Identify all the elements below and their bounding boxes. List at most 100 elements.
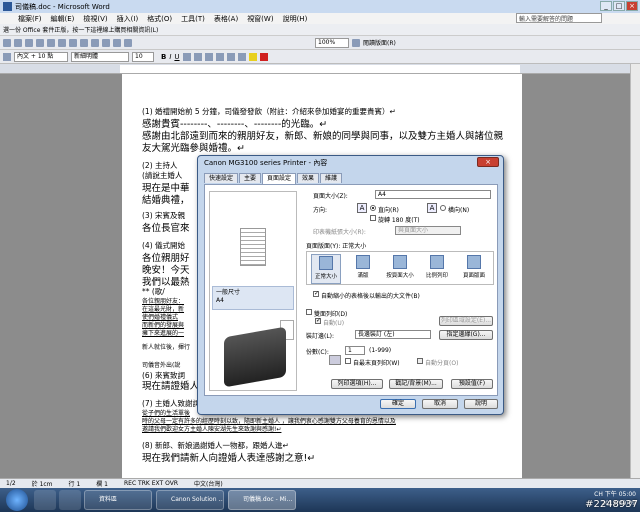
tab-maintenance[interactable]: 維護 <box>320 173 343 183</box>
taskbar-item[interactable]: 資料區 <box>84 490 152 510</box>
new-icon[interactable] <box>3 38 11 47</box>
defaults-button[interactable]: 預設值(F) <box>451 379 493 389</box>
page-size-select[interactable]: A4 <box>375 190 491 199</box>
menu-help[interactable]: 說明(H) <box>283 14 308 24</box>
tab-effects[interactable]: 效果 <box>297 173 320 183</box>
taskbar-item[interactable]: Canon Solution ... <box>156 490 224 510</box>
menu-format[interactable]: 格式(O) <box>147 14 172 24</box>
font-select[interactable]: 新細明體 <box>71 51 129 62</box>
tab-quick-setup[interactable]: 快速設定 <box>204 173 239 183</box>
info-bar[interactable]: 選一份 Office 套件正版，按一下這裡線上購買相關資訊(L) <box>0 24 640 36</box>
explorer-icon[interactable] <box>59 490 81 510</box>
bullets-icon[interactable] <box>237 52 246 61</box>
printer-paper-select[interactable]: 與頁面大小 <box>395 226 461 235</box>
ime-indicator[interactable]: CH <box>594 491 603 498</box>
menu-edit[interactable]: 編輯(E) <box>51 14 75 24</box>
ok-button[interactable]: 確定 <box>380 399 416 409</box>
underline-icon[interactable]: U <box>174 53 179 61</box>
menu-bar: 檔案(F) 編輯(E) 檢視(V) 插入(I) 格式(O) 工具(T) 表格(A… <box>0 13 640 24</box>
rotate-180-checkbox[interactable] <box>370 215 376 221</box>
preview-icon[interactable] <box>47 38 55 47</box>
undo-icon[interactable] <box>102 38 110 47</box>
status-position: 於 1cm <box>31 481 53 488</box>
taskbar-item[interactable]: 司儀稿.doc - Mi... <box>228 490 296 510</box>
help-search-input[interactable]: 輸入需要解答的問題 <box>516 13 602 23</box>
save-icon[interactable] <box>25 38 33 47</box>
reading-layout-button[interactable]: 閱讀版面(R) <box>363 38 396 47</box>
fit-checkbox[interactable]: ✓ <box>313 291 319 297</box>
doc-line: 新人就位後，揮行 <box>142 344 191 351</box>
help-button[interactable]: 說明 <box>464 399 498 409</box>
open-icon[interactable] <box>14 38 22 47</box>
print-options-button[interactable]: 列印選項(H)... <box>331 379 383 389</box>
layout-fit-page[interactable]: 按頁面大小 <box>385 254 415 284</box>
layout-borderless[interactable]: 滿版 <box>348 254 378 284</box>
title-bar: 司儀稿.doc - Microsoft Word _ □ × <box>0 0 640 13</box>
dialog-close-button[interactable]: × <box>477 157 499 167</box>
menu-window[interactable]: 視窗(W) <box>247 14 273 24</box>
layout-page-layout[interactable]: 頁面版面 <box>459 254 489 284</box>
cut-icon[interactable] <box>69 38 77 47</box>
align-left-icon[interactable] <box>182 52 191 61</box>
layout-normal[interactable]: 正常大小 <box>311 254 341 284</box>
layout-scaled[interactable]: 比例列印 <box>422 254 452 284</box>
styles-icon[interactable] <box>3 52 11 61</box>
layout-label: 頁面版面(Y): 正常大小 <box>306 243 367 250</box>
font-size-select[interactable]: 10 <box>132 51 154 62</box>
chrome-icon[interactable] <box>34 490 56 510</box>
close-button[interactable]: × <box>626 1 638 11</box>
page-preview <box>240 228 266 266</box>
printer-properties-dialog: Canon MG3100 series Printer - 內容 × 快速設定 … <box>197 155 504 415</box>
justify-icon[interactable] <box>215 52 224 61</box>
numbering-icon[interactable] <box>226 52 235 61</box>
redo-icon[interactable] <box>113 38 121 47</box>
print-area-button[interactable]: 列印區域設定(E)... <box>439 316 493 326</box>
bold-icon[interactable]: B <box>161 53 166 61</box>
zoom-select[interactable]: 100% <box>315 37 349 48</box>
menu-insert[interactable]: 插入(I) <box>117 14 139 24</box>
auto-duplex-checkbox[interactable]: ✓ <box>315 318 321 324</box>
table-icon[interactable] <box>124 38 132 47</box>
status-modes: REC TRK EXT OVR <box>124 480 178 487</box>
help-icon[interactable] <box>352 38 360 47</box>
clock-time[interactable]: 下午 05:00 <box>605 491 636 498</box>
stamp-background-button[interactable]: 戳記/背景(M)... <box>389 379 443 389</box>
last-first-checkbox[interactable] <box>345 358 351 364</box>
menu-file[interactable]: 檔案(F) <box>18 14 42 24</box>
printer-image <box>224 326 286 388</box>
horizontal-ruler[interactable] <box>0 64 640 74</box>
portrait-radio[interactable] <box>370 205 376 211</box>
staple-select[interactable]: 長邊裝訂 (左) <box>355 330 431 339</box>
duplex-checkbox[interactable] <box>306 309 312 315</box>
vertical-scrollbar[interactable] <box>630 64 640 478</box>
highlight-icon[interactable] <box>248 52 257 61</box>
italic-icon[interactable]: I <box>169 53 171 61</box>
print-icon[interactable] <box>36 38 44 47</box>
landscape-radio[interactable] <box>440 205 446 211</box>
menu-tools[interactable]: 工具(T) <box>181 14 205 24</box>
spellcheck-icon[interactable] <box>58 38 66 47</box>
collate-checkbox[interactable] <box>417 358 423 364</box>
dialog-tabs: 快速設定 主要 頁面設定 效果 維護 <box>204 173 343 184</box>
copy-icon[interactable] <box>80 38 88 47</box>
font-color-icon[interactable] <box>259 52 268 61</box>
align-right-icon[interactable] <box>204 52 213 61</box>
tab-main[interactable]: 主要 <box>239 173 262 183</box>
menu-view[interactable]: 檢視(V) <box>83 14 107 24</box>
style-select[interactable]: 內文 + 10 點 <box>14 51 68 62</box>
paste-icon[interactable] <box>91 38 99 47</box>
status-language: 中文(台灣) <box>194 481 223 488</box>
info-bar-text[interactable]: 選一份 Office 套件正版，按一下這裡線上購買相關資訊(L) <box>3 25 158 34</box>
minimize-button[interactable]: _ <box>600 1 612 11</box>
copies-input[interactable]: 1 <box>345 346 365 355</box>
landscape-icon: A <box>427 203 437 213</box>
landscape-label: 橫向(N) <box>448 207 470 214</box>
cancel-button[interactable]: 取消 <box>422 399 458 409</box>
maximize-button[interactable]: □ <box>613 1 625 11</box>
doc-line: 結婚典禮， <box>142 195 190 206</box>
align-center-icon[interactable] <box>193 52 202 61</box>
margin-button[interactable]: 指定邊緣(G)... <box>439 330 493 340</box>
start-button[interactable] <box>6 489 28 511</box>
tab-page-setup[interactable]: 頁面設定 <box>262 173 297 184</box>
menu-table[interactable]: 表格(A) <box>214 14 238 24</box>
